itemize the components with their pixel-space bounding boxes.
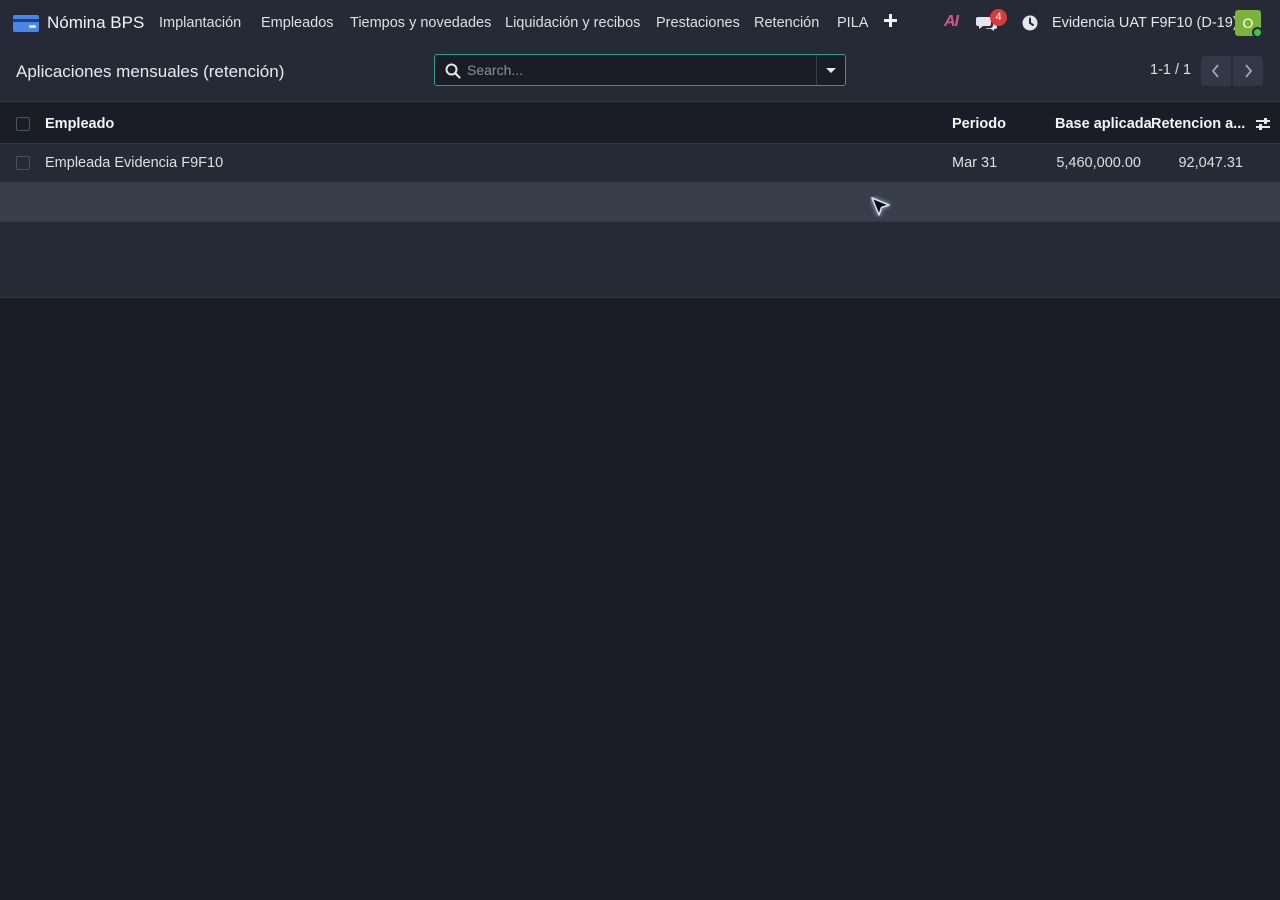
search-box[interactable] [434, 54, 846, 86]
menu-retencion[interactable]: Retención [754, 15, 819, 31]
empty-row [0, 259, 1280, 298]
ai-icon[interactable]: AI [944, 13, 959, 31]
pager-previous-button[interactable] [1201, 56, 1231, 86]
menu-liquidacion-y-recibos[interactable]: Liquidación y recibos [505, 15, 640, 31]
column-header-base-aplicada[interactable]: Base aplicada [1055, 116, 1152, 132]
top-navbar: Nómina BPS Implantación Empleados Tiempo… [0, 0, 1280, 46]
plus-icon[interactable] [884, 14, 898, 28]
empty-row [0, 222, 1280, 261]
company-switcher[interactable]: Evidencia UAT F9F10 (D-19) [1052, 15, 1238, 31]
menu-implantacion[interactable]: Implantación [159, 15, 241, 31]
pager-value[interactable]: 1-1 / 1 [1150, 62, 1191, 78]
row-checkbox[interactable] [16, 156, 30, 170]
menu-pila[interactable]: PILA [837, 15, 868, 31]
cell-retencion: 92,047.31 [1178, 155, 1243, 171]
ai-icon-label: AI [944, 13, 959, 30]
clock-icon[interactable] [1021, 14, 1039, 32]
control-panel: Aplicaciones mensuales (retención) 1-1 /… [0, 46, 1280, 102]
search-icon [445, 63, 461, 79]
mouse-cursor-icon [871, 197, 890, 216]
avatar-status-icon [1252, 27, 1263, 38]
cell-empleado: Empleada Evidencia F9F10 [45, 155, 224, 171]
app-icon[interactable] [13, 15, 39, 32]
search-options-toggle-icon[interactable] [817, 55, 845, 85]
cell-periodo: Mar 31 [952, 155, 998, 171]
chevron-left-icon [1211, 64, 1219, 78]
page-title: Aplicaciones mensuales (retención) [16, 62, 285, 81]
column-settings-icon[interactable] [1254, 116, 1272, 132]
select-all-checkbox[interactable] [16, 117, 30, 131]
menu-prestaciones[interactable]: Prestaciones [656, 15, 740, 31]
cell-base-aplicada: 5,460,000.00 [1056, 155, 1141, 171]
column-header-empleado[interactable]: Empleado [45, 116, 114, 132]
list-header: Empleado Periodo Base aplicada Retencion… [0, 104, 1280, 144]
empty-row [0, 183, 1280, 222]
menu-tiempos-y-novedades[interactable]: Tiempos y novedades [350, 15, 491, 31]
chevron-right-icon [1245, 64, 1253, 78]
search-input[interactable] [467, 59, 813, 81]
chat-badge: 4 [990, 9, 1007, 26]
app-brand[interactable]: Nómina BPS [47, 13, 144, 33]
menu-empleados[interactable]: Empleados [261, 15, 334, 31]
column-header-retencion[interactable]: Retencion a... [1151, 116, 1245, 132]
column-header-periodo[interactable]: Periodo [952, 116, 1006, 132]
table-row[interactable]: Empleada Evidencia F9F10 Mar 31 5,460,00… [0, 144, 1280, 183]
pager-next-button[interactable] [1233, 56, 1263, 86]
